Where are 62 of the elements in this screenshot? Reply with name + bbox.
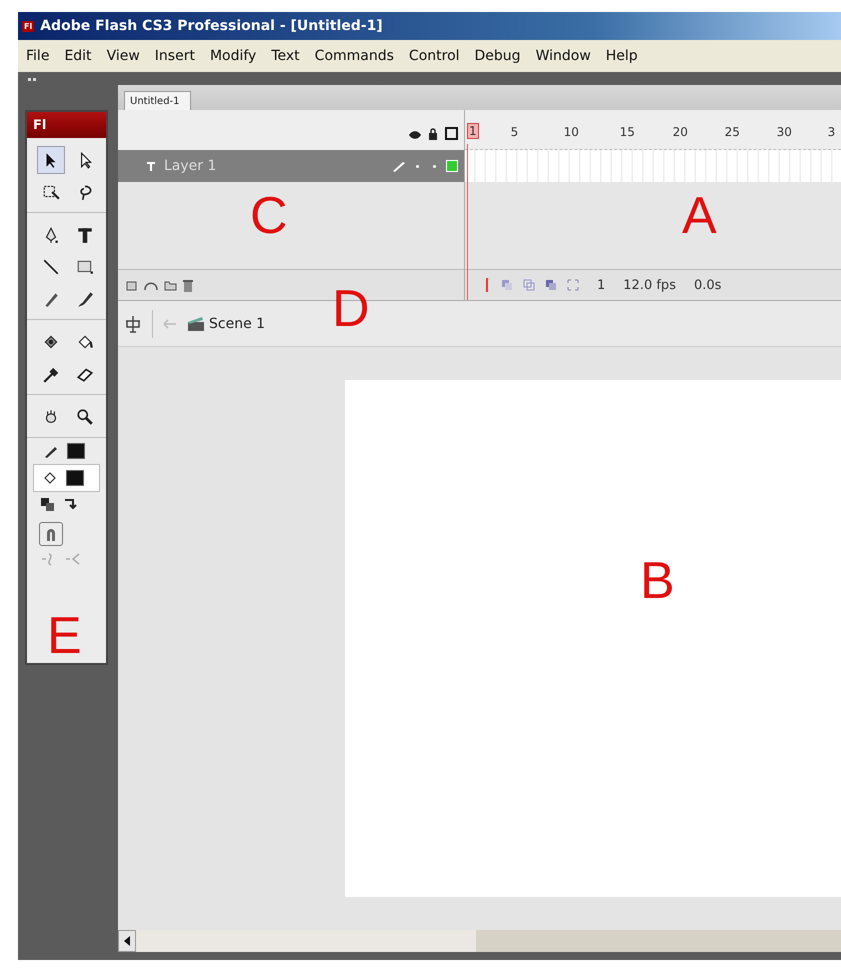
left-arrow-icon xyxy=(124,936,130,946)
pencil-icon xyxy=(392,160,406,172)
lock-icon xyxy=(428,128,438,140)
center-frame-icon xyxy=(483,278,491,292)
frame-number: 30 xyxy=(776,125,793,139)
menu-item[interactable]: Commands xyxy=(308,48,403,64)
snap-button[interactable] xyxy=(39,522,63,546)
frame-number: 20 xyxy=(672,125,689,139)
annotation-letter: E xyxy=(47,610,82,662)
eye-icon xyxy=(409,130,421,140)
fill-color-swatch[interactable] xyxy=(66,470,84,486)
frame-number: 3 xyxy=(828,125,836,139)
window-title: Adobe Flash CS3 Professional - [Untitled-1] xyxy=(40,18,383,34)
annotation-letter: B xyxy=(640,555,675,607)
menu-item[interactable]: File xyxy=(20,48,58,64)
menu-item[interactable]: Control xyxy=(402,48,469,64)
edit-frames-icon xyxy=(545,279,557,291)
outline-icon xyxy=(445,127,458,140)
current-frame: 1 xyxy=(597,278,606,292)
menu-item[interactable]: View xyxy=(100,48,149,64)
onion-skin-icon xyxy=(501,279,513,291)
trash-icon xyxy=(183,278,193,292)
folder-icon xyxy=(164,279,177,291)
frame-rate: 12.0 fps xyxy=(623,278,676,292)
menu-item[interactable]: Help xyxy=(600,48,647,64)
clapperboard-icon xyxy=(187,316,205,332)
annotation-letter: D xyxy=(332,283,370,335)
scene-link[interactable]: Scene 1 xyxy=(187,316,266,332)
default-colors-icon xyxy=(41,498,55,512)
document-tab[interactable]: Untitled-1 xyxy=(124,91,191,110)
back-arrow-icon xyxy=(163,318,177,330)
grip-icon xyxy=(28,78,36,82)
magnet-icon xyxy=(45,527,57,541)
frame-number: 5 xyxy=(510,125,520,139)
annotation-letter: C xyxy=(250,190,288,242)
app-logo: Fl xyxy=(22,20,34,32)
frame-number: 25 xyxy=(724,125,741,139)
layer-name: Layer 1 xyxy=(164,158,218,174)
onion-outline-icon xyxy=(523,279,535,291)
frame-number[interactable]: 1 xyxy=(467,123,479,139)
onion-markers-icon xyxy=(567,279,579,291)
menu-item[interactable]: Insert xyxy=(148,48,204,64)
new-layer-icon xyxy=(126,279,138,291)
menu-item[interactable]: Modify xyxy=(204,48,266,64)
frame-number: 10 xyxy=(564,125,580,139)
menu-item[interactable]: Window xyxy=(530,48,600,64)
menu-item[interactable]: Text xyxy=(265,48,309,64)
straighten-icon xyxy=(65,552,81,566)
stage-icon xyxy=(124,314,142,332)
layer-icon xyxy=(146,160,158,172)
swap-colors-icon xyxy=(63,498,77,512)
scrollbar-thumb[interactable] xyxy=(136,930,476,952)
menu-item[interactable]: Edit xyxy=(58,48,101,64)
paint-bucket-icon xyxy=(42,470,58,486)
toolbox-logo: Fl xyxy=(33,118,46,132)
outline-color-icon xyxy=(446,160,458,172)
menu-item[interactable]: Debug xyxy=(468,48,530,64)
annotation-letter: A xyxy=(682,190,717,242)
frame-number: 15 xyxy=(620,125,636,139)
elapsed-time: 0.0s xyxy=(694,278,722,292)
scroll-left-button[interactable] xyxy=(118,930,136,952)
stroke-color-swatch[interactable] xyxy=(67,443,85,459)
